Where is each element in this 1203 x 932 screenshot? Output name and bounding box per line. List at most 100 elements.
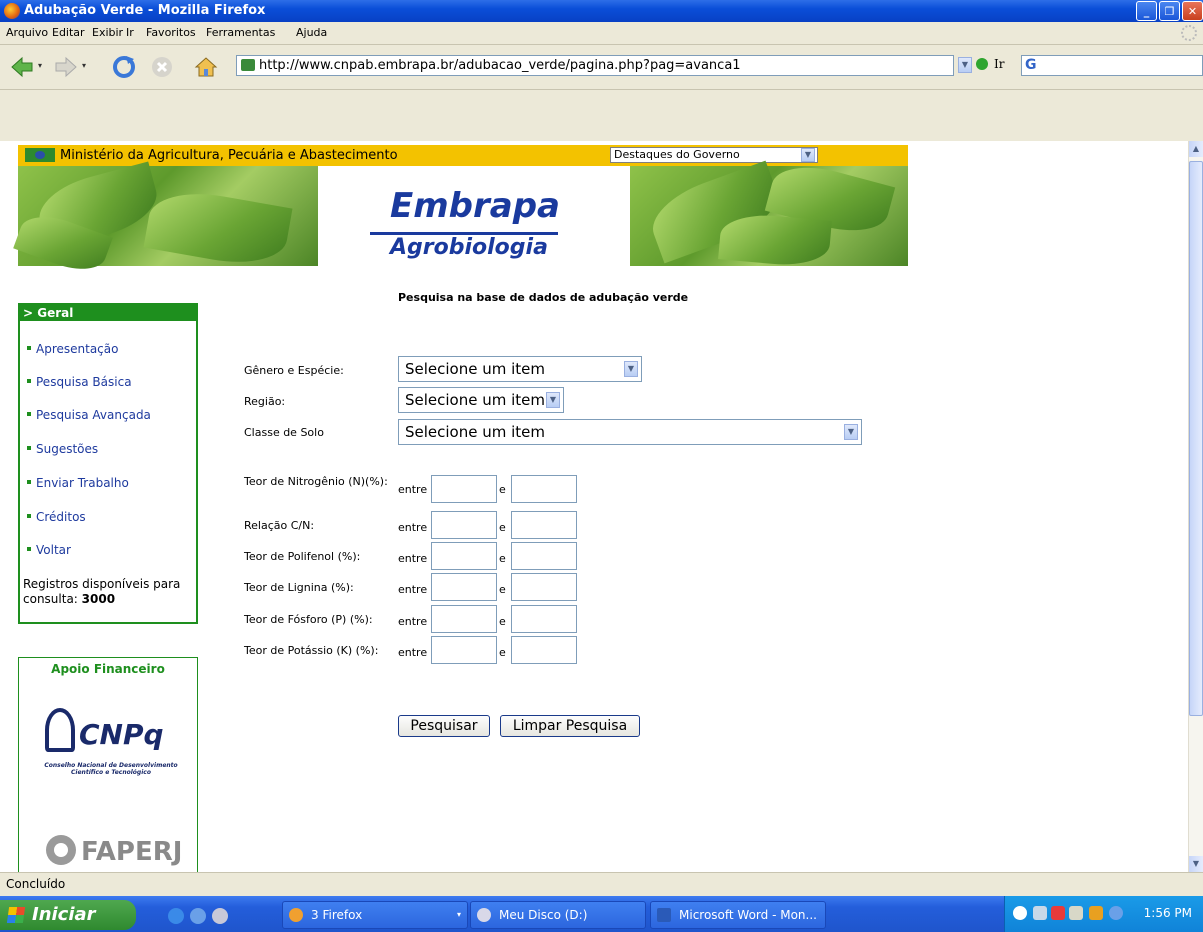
scroll-thumb[interactable] [1189,161,1203,716]
destaques-select[interactable]: Destaques do Governo ▼ [610,147,818,163]
relacao-cn-min-input[interactable] [431,511,497,539]
polifenol-min-input[interactable] [431,542,497,570]
close-button[interactable]: ✕ [1182,1,1203,21]
fosforo-min-input[interactable] [431,605,497,633]
language-icon[interactable] [1069,906,1083,920]
network-icon[interactable] [1033,906,1047,920]
genero-select[interactable]: Selecione um item ▼ [398,356,642,382]
update-icon[interactable] [1089,906,1103,920]
e-label: e [499,483,506,496]
clear-search-button[interactable]: Limpar Pesquisa [500,715,640,737]
sponsors-panel: Apoio Financeiro CNPq Conselho Nacional … [18,657,198,872]
page-icon [241,59,255,71]
forward-dropdown-icon[interactable]: ▾ [82,61,86,70]
task-meu-disco[interactable]: Meu Disco (D:) [470,901,646,929]
sidebar-item-apresentacao[interactable]: Apresentação [26,342,118,356]
cnpq-logo-icon [45,708,75,752]
menu-ir[interactable]: Ir [126,26,134,39]
entre-label: entre [398,521,428,534]
polifenol-max-input[interactable] [511,542,577,570]
sidebar-item-voltar[interactable]: Voltar [27,543,71,557]
firefox-icon [4,3,20,19]
address-bar[interactable]: http://www.cnpab.embrapa.br/adubacao_ver… [236,55,954,76]
lignina-min-input[interactable] [431,573,497,601]
classe-label: Classe de Solo [244,426,324,439]
task-firefox[interactable]: 3 Firefox ▾ [282,901,468,929]
faperj-logo[interactable]: FAPERJ [41,828,191,868]
sidebar-item-enviar-trabalho[interactable]: Enviar Trabalho [27,476,129,490]
registros-info: Registros disponíveis para consulta: 300… [23,577,195,607]
cnpq-logo[interactable]: CNPq [79,718,164,751]
embrapa-logo[interactable]: Embrapa [390,186,560,226]
classe-select[interactable]: Selecione um item ▼ [398,419,862,445]
google-search-input[interactable]: G [1021,55,1203,76]
nitrogenio-max-input[interactable] [511,475,577,503]
reload-icon[interactable] [112,55,136,79]
task-label: 3 Firefox [311,908,363,922]
brazil-flag-icon [25,148,55,162]
sidebar-item-label: Créditos [36,510,86,524]
bookmarks-toolbar [0,90,1203,140]
ministry-name[interactable]: Ministério da Agricultura, Pecuária e Ab… [60,148,398,163]
stop-icon[interactable] [150,55,174,79]
minimize-button[interactable]: _ [1136,1,1157,21]
sidebar-item-label: Pesquisa Básica [36,375,132,389]
ie-alt-icon[interactable] [190,908,206,924]
potassio-max-input[interactable] [511,636,577,664]
back-icon[interactable] [10,55,34,79]
e-label: e [499,615,506,628]
regiao-select[interactable]: Selecione um item ▼ [398,387,564,413]
status-text: Concluído [6,877,66,891]
sidebar-item-label: Voltar [36,543,71,557]
genero-select-value: Selecione um item [405,360,546,378]
range-label: Teor de Polifenol (%): [244,550,361,563]
sidebar-item-label: Sugestões [36,442,99,456]
back-dropdown-icon[interactable]: ▾ [38,61,42,70]
antivirus-icon[interactable] [1051,906,1065,920]
menu-ferramentas[interactable]: Ferramentas [206,26,275,39]
entre-label: entre [398,615,428,628]
sidebar-heading: > Geral [20,305,196,321]
menu-favoritos[interactable]: Favoritos [146,26,196,39]
sidebar-item-pesquisa-basica[interactable]: Pesquisa Básica [27,375,132,389]
forward-icon[interactable] [54,55,78,79]
sidebar-item-creditos[interactable]: Créditos [27,510,86,524]
fosforo-max-input[interactable] [511,605,577,633]
page-title: Pesquisa na base de dados de adubação ve… [398,291,689,304]
potassio-min-input[interactable] [431,636,497,664]
menu-arquivo[interactable]: Arquivo [6,26,48,39]
firefox-icon [289,908,303,922]
search-icon[interactable] [1109,906,1123,920]
ministry-bar: Ministério da Agricultura, Pecuária e Ab… [18,145,908,166]
home-icon[interactable] [194,55,218,79]
menu-ajuda[interactable]: Ajuda [296,26,327,39]
throbber-icon [1181,25,1197,41]
sidebar-item-sugestoes[interactable]: Sugestões [26,442,99,456]
relacao-cn-max-input[interactable] [511,511,577,539]
lignina-max-input[interactable] [511,573,577,601]
destaques-value: Destaques do Governo [614,148,740,161]
vertical-scrollbar[interactable]: ▲ ▼ [1188,141,1203,872]
address-dropdown-icon[interactable]: ▼ [958,57,972,73]
ie-icon[interactable] [168,908,184,924]
go-icon[interactable] [976,58,988,70]
menu-exibir[interactable]: Exibir [92,26,123,39]
start-button[interactable]: Iniciar [0,900,136,930]
sidebar-item-pesquisa-avancada[interactable]: Pesquisa Avançada [27,408,151,422]
go-label[interactable]: Ir [994,57,1004,71]
window-title: Adubação Verde - Mozilla Firefox [24,3,266,18]
menu-editar[interactable]: Editar [52,26,85,39]
sidebar-item-label: Enviar Trabalho [36,476,129,490]
chevron-down-icon: ▼ [801,148,815,162]
desktop-icon[interactable] [212,908,228,924]
task-word[interactable]: Microsoft Word - Mon... [650,901,826,929]
range-label: Relação C/N: [244,519,315,532]
tray-expand-icon[interactable] [1013,906,1027,920]
scroll-up-icon[interactable]: ▲ [1189,141,1203,157]
maximize-button[interactable]: ❐ [1159,1,1180,21]
nitrogenio-min-input[interactable] [431,475,497,503]
search-button[interactable]: Pesquisar [398,715,490,737]
banner: Embrapa Agrobiologia [13,156,908,280]
regiao-select-value: Selecione um item [405,391,546,409]
scroll-down-icon[interactable]: ▼ [1189,856,1203,872]
